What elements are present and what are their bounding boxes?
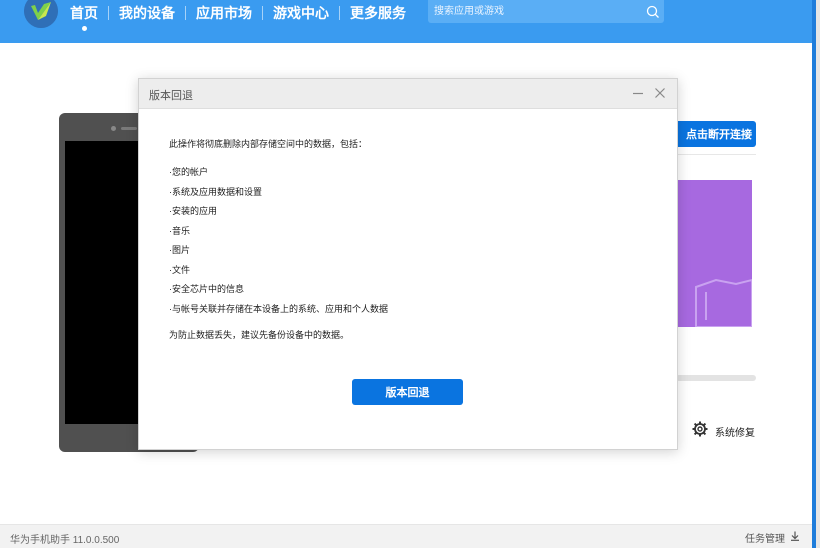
nav-more-services[interactable]: 更多服务 xyxy=(340,1,416,25)
backup-advice: 为防止数据丢失，建议先备份设备中的数据。 xyxy=(169,329,350,340)
list-item: ·安全芯片中的信息 xyxy=(169,284,244,294)
list-item: ·音乐 xyxy=(169,225,190,236)
nav-my-devices[interactable]: 我的设备 xyxy=(109,1,185,25)
progress-track xyxy=(676,375,756,381)
list-item: ·安装的应用 xyxy=(169,206,217,216)
download-icon xyxy=(790,531,800,544)
nav-game-center-label: 游戏中心 xyxy=(273,5,329,21)
disconnect-button[interactable]: 点击断开连接 xyxy=(670,121,756,147)
dialog-title: 版本回退 xyxy=(149,90,193,102)
status-bar: 华为手机助手 11.0.0.500 任务管理 xyxy=(0,524,812,548)
nav-app-market-label: 应用市场 xyxy=(196,5,252,21)
search-box xyxy=(428,0,664,23)
version-rollback-dialog: 版本回退 此操作将彻底删除内部存储空间中的数据，包括： ·您的帐户 ·系统及应用… xyxy=(138,78,678,450)
list-item: ·图片 xyxy=(169,245,190,255)
nav-home-label: 首页 xyxy=(70,5,98,21)
nav-home[interactable]: 首页 xyxy=(60,1,108,31)
promo-banner[interactable] xyxy=(676,180,752,327)
main-nav: 首页 我的设备 应用市场 游戏中心 更多服务 xyxy=(60,0,416,31)
divider xyxy=(676,154,756,155)
nav-more-services-label: 更多服务 xyxy=(350,5,406,21)
phone-camera xyxy=(111,126,116,131)
active-indicator-dot xyxy=(82,26,87,31)
deleted-data-list: ·您的帐户 ·系统及应用数据和设置 ·安装的应用 ·音乐 ·图片 ·文件 ·安全… xyxy=(169,166,388,316)
minimize-icon[interactable] xyxy=(631,86,645,100)
list-item: ·系统及应用数据和设置 xyxy=(169,186,262,197)
warning-intro: 此操作将彻底删除内部存储空间中的数据，包括： xyxy=(169,139,368,149)
list-item: ·您的帐户 xyxy=(169,167,208,177)
list-item: ·与帐号关联并存储在本设备上的系统、应用和个人数据 xyxy=(169,303,388,314)
gear-icon xyxy=(692,421,708,442)
version-rollback-button[interactable]: 版本回退 xyxy=(352,379,463,405)
close-icon[interactable] xyxy=(653,86,667,100)
nav-my-devices-label: 我的设备 xyxy=(119,5,175,21)
top-navigation-bar: 首页 我的设备 应用市场 游戏中心 更多服务 xyxy=(0,0,812,43)
search-icon[interactable] xyxy=(642,1,664,23)
system-repair-label: 系统修复 xyxy=(715,428,755,439)
nav-game-center[interactable]: 游戏中心 xyxy=(263,1,339,25)
phone-speaker xyxy=(121,127,137,130)
huawei-hisuite-logo-icon[interactable] xyxy=(24,0,58,28)
search-input[interactable] xyxy=(428,0,642,23)
nav-app-market[interactable]: 应用市场 xyxy=(186,1,262,25)
dialog-body: 此操作将彻底删除内部存储空间中的数据，包括： ·您的帐户 ·系统及应用数据和设置… xyxy=(169,137,388,342)
list-item: ·文件 xyxy=(169,264,190,275)
task-manager-label: 任务管理 xyxy=(745,534,785,545)
app-version: 华为手机助手 11.0.0.500 xyxy=(10,535,120,546)
task-manager-button[interactable]: 任务管理 xyxy=(745,530,800,545)
system-repair-button[interactable]: 系统修复 xyxy=(692,421,755,442)
window-edge-shadow xyxy=(816,0,820,548)
dialog-titlebar[interactable]: 版本回退 xyxy=(139,79,677,109)
